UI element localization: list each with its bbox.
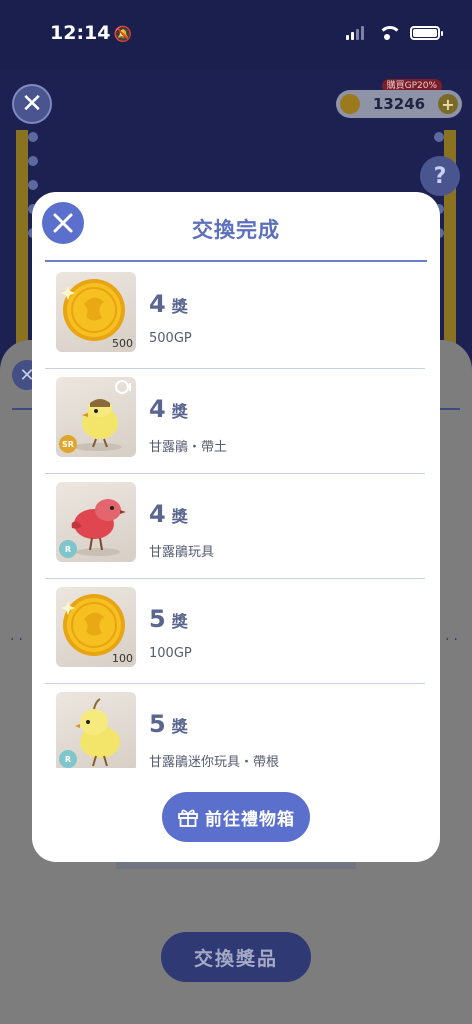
coin-icon [340, 94, 360, 114]
reward-list[interactable]: 500 4獎 500GP SR 4 獎 甘露鵑・帶土 R 4 獎 甘露鵑玩具 1… [45, 264, 425, 768]
rarity-badge: R [59, 750, 77, 768]
reward-count: 5獎 [149, 710, 188, 738]
count-number: 4 [149, 500, 166, 528]
reward-thumbnail: R [56, 482, 136, 562]
quantity-badge: 500 [112, 337, 133, 350]
gift-icon [178, 809, 198, 827]
reward-name: 500GP [149, 331, 192, 346]
signal-icon [346, 26, 364, 40]
count-number: 5 [149, 605, 166, 633]
coin-amount: 13246 [372, 95, 426, 113]
count-unit: 獎 [171, 507, 188, 526]
count-number: 4 [149, 395, 166, 423]
modal-divider [45, 260, 427, 262]
reward-name: 甘露鵑・帶土 [149, 440, 228, 455]
reward-thumbnail: SR [56, 377, 136, 457]
count-number: 5 [149, 710, 166, 738]
silent-bell-icon: 🔕 [113, 25, 133, 43]
ellipsis-left-icon: ·· [10, 632, 27, 648]
help-button[interactable]: ? [420, 156, 460, 196]
reward-count: 4獎 [149, 290, 188, 318]
count-unit: 獎 [171, 717, 188, 736]
modal-title: 交換完成 [192, 218, 280, 242]
count-unit: 獎 [171, 402, 188, 421]
close-icon: ✕ [21, 89, 43, 119]
reward-name: 甘露鵑迷你玩具・帶根 [149, 755, 280, 768]
reward-name: 甘露鵑玩具 [149, 545, 215, 560]
status-time: 12:14 🔕 [50, 22, 132, 44]
ellipsis-right-icon: ·· [445, 632, 462, 648]
coin-balance: 13246 + [336, 90, 462, 118]
list-item: SR 4獎 甘露鵑・帶土 [45, 369, 425, 474]
battery-icon [410, 26, 443, 40]
reward-thumbnail: R [56, 692, 136, 768]
background-close-button[interactable]: ✕ [12, 84, 52, 124]
count-unit: 獎 [171, 612, 188, 631]
reward-count: 4獎 [149, 395, 188, 423]
reward-thumbnail: 100 [56, 587, 136, 667]
list-item: R 4獎 甘露鵑玩具 [45, 474, 425, 579]
wifi-icon [378, 26, 402, 40]
count-number: 4 [149, 290, 166, 318]
add-coins-button[interactable]: + [438, 94, 458, 114]
reward-count: 4獎 [149, 500, 188, 528]
time-text: 12:14 [50, 22, 111, 44]
gift-button-label: 前往禮物箱 [205, 809, 295, 830]
reward-count: 5獎 [149, 605, 188, 633]
count-unit: 獎 [171, 297, 188, 316]
question-icon: ? [433, 163, 447, 189]
left-pole [16, 130, 28, 370]
rarity-badge: SR [59, 435, 77, 453]
status-bar: 12:14 🔕 [0, 0, 472, 70]
exchange-complete-modal: 交換完成 500 4獎 500GP SR 4 獎 甘露鵑・帶土 R 4 獎 甘露… [32, 192, 440, 862]
reward-thumbnail: 500 [56, 272, 136, 352]
exchange-prize-button[interactable]: 交換獎品 [161, 932, 311, 982]
rarity-badge: R [59, 540, 77, 558]
list-item: 500 4獎 500GP [45, 264, 425, 369]
list-item: 100 5獎 100GP [45, 579, 425, 684]
go-to-gift-box-button[interactable]: 前往禮物箱 [162, 792, 310, 842]
quantity-badge: 100 [112, 652, 133, 665]
reward-name: 100GP [149, 646, 192, 661]
list-item: R 5獎 甘露鵑迷你玩具・帶根 [45, 684, 425, 768]
